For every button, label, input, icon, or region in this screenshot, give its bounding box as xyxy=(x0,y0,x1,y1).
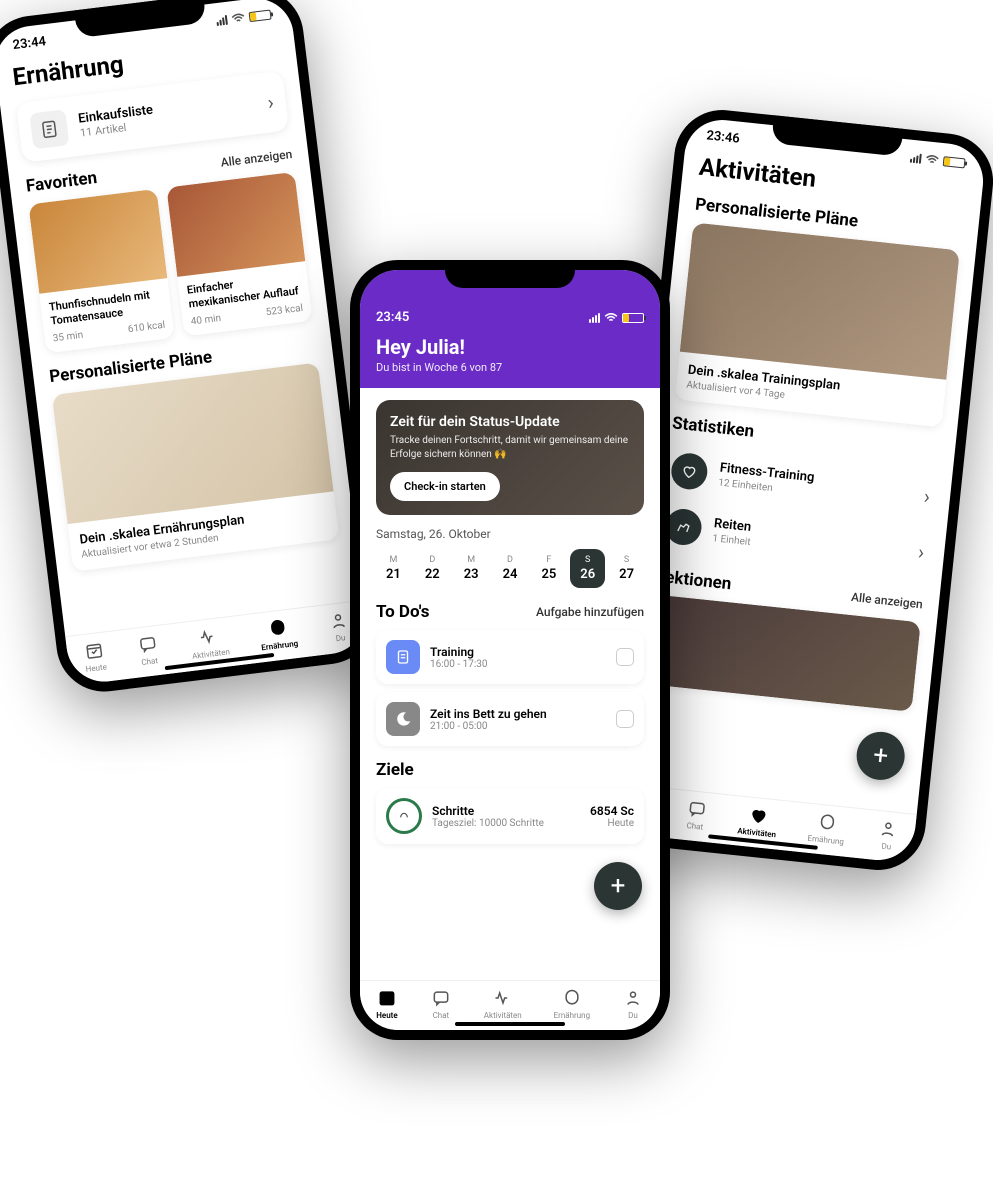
day[interactable]: S27 xyxy=(609,549,644,588)
todo-item[interactable]: Zeit ins Bett zu gehen21:00 - 05:00 xyxy=(376,692,644,746)
tab-nutrition[interactable]: Ernährung xyxy=(807,810,847,847)
add-task-link[interactable]: Aufgabe hinzufügen xyxy=(536,605,644,619)
tab-nutrition[interactable]: Ernährung xyxy=(258,615,299,652)
greeting: Hey Julia! xyxy=(376,335,644,359)
tab-today[interactable]: Heute xyxy=(82,639,108,674)
hero-sub: Tracke deinen Fortschritt, damit wir gem… xyxy=(390,434,630,462)
food-card[interactable]: Einfacher mexikanischer Auflauf 40 min 5… xyxy=(166,172,312,336)
plan-card[interactable]: Dein .skalea Trainingsplan Aktualisiert … xyxy=(675,222,960,427)
chevron-right-icon: › xyxy=(923,484,931,508)
todo-title: Zeit ins Bett zu gehen xyxy=(430,707,606,721)
wifi-icon xyxy=(604,313,618,323)
phone-nutrition: 23:44 Ernährung Einkaufsliste 11 Artikel… xyxy=(0,0,380,697)
food-image xyxy=(166,172,305,277)
tab-today[interactable]: Heute xyxy=(376,987,398,1020)
food-kcal: 523 kcal xyxy=(265,302,303,317)
status-icons xyxy=(216,9,272,26)
day[interactable]: M23 xyxy=(454,549,489,588)
tab-chat[interactable]: Chat xyxy=(430,987,452,1020)
todo-time: 16:00 - 17:30 xyxy=(430,659,606,670)
tab-activities[interactable]: Aktivitäten xyxy=(484,987,522,1020)
signal-icon xyxy=(910,152,922,163)
goal-title: Schritte xyxy=(432,804,580,818)
food-image xyxy=(28,189,167,294)
food-grid: Thunfischnudeln mit Tomatensauce 35 min … xyxy=(28,172,312,353)
clock: 23:44 xyxy=(12,34,47,53)
battery-icon xyxy=(943,156,966,168)
battery-icon xyxy=(249,9,272,22)
chevron-right-icon: › xyxy=(917,540,925,564)
tab-nutrition[interactable]: Ernährung xyxy=(554,987,590,1020)
heart-icon xyxy=(670,452,710,492)
clock: 23:45 xyxy=(376,310,409,325)
status-icons xyxy=(589,313,644,323)
status-update-card: Zeit für dein Status-Update Tracke deine… xyxy=(376,400,644,515)
todo-title: Training xyxy=(430,645,606,659)
tab-you[interactable]: Du xyxy=(622,987,644,1020)
signal-icon xyxy=(216,14,228,25)
battery-icon xyxy=(622,313,644,323)
tab-chat[interactable]: Chat xyxy=(683,797,708,832)
clipboard-icon xyxy=(386,640,420,674)
day-selected[interactable]: S26 xyxy=(570,549,605,588)
purple-header: 23:45 Hey Julia! Du bist in Woche 6 von … xyxy=(360,270,660,388)
day[interactable]: D22 xyxy=(415,549,450,588)
hero-title: Zeit für dein Status-Update xyxy=(390,414,630,430)
lesson-card[interactable] xyxy=(645,594,921,712)
lesson-image xyxy=(645,594,921,712)
todos-heading: To Do's Aufgabe hinzufügen xyxy=(376,602,644,622)
week-progress: Du bist in Woche 6 von 87 xyxy=(376,361,644,374)
content: Ernährung Einkaufsliste 11 Artikel › Fav… xyxy=(0,23,368,675)
status-bar: 23:45 xyxy=(376,310,644,325)
tab-activities[interactable]: Aktivitäten xyxy=(189,623,231,660)
moon-icon xyxy=(386,702,420,736)
checkbox[interactable] xyxy=(616,648,634,666)
checkin-button[interactable]: Check-in starten xyxy=(390,472,500,501)
plan-card[interactable]: Dein .skalea Ernährungsplan Aktualisiert… xyxy=(52,362,340,571)
food-time: 40 min xyxy=(190,312,222,327)
wifi-icon xyxy=(231,12,246,24)
show-all-link[interactable]: Alle anzeigen xyxy=(220,147,293,170)
goal-when: Heute xyxy=(590,818,634,829)
day-picker: M21 D22 M23 D24 F25 S26 S27 xyxy=(376,549,644,588)
checkbox[interactable] xyxy=(616,710,634,728)
clock: 23:46 xyxy=(706,128,741,146)
goals-heading: Ziele xyxy=(376,760,644,780)
date-label: Samstag, 26. Oktober xyxy=(376,527,644,541)
wifi-icon xyxy=(925,154,940,165)
todo-time: 21:00 - 05:00 xyxy=(430,721,606,732)
phone-today: 23:45 Hey Julia! Du bist in Woche 6 von … xyxy=(350,260,670,1040)
home-indicator xyxy=(455,1022,565,1026)
goal-value: 6854 Sc xyxy=(590,804,634,818)
status-icons xyxy=(910,152,966,168)
tab-chat[interactable]: Chat xyxy=(135,632,161,667)
screen: 23:44 Ernährung Einkaufsliste 11 Artikel… xyxy=(0,0,369,686)
fab-add[interactable]: + xyxy=(594,862,642,910)
food-kcal: 610 kcal xyxy=(127,319,165,334)
tab-activities[interactable]: Aktivitäten xyxy=(737,802,779,839)
day[interactable]: D24 xyxy=(493,549,528,588)
todo-item[interactable]: Training16:00 - 17:30 xyxy=(376,630,644,684)
goal-sub: Tagesziel: 10000 Schritte xyxy=(432,818,580,829)
food-time: 35 min xyxy=(52,329,84,344)
list-icon xyxy=(29,109,69,149)
tab-you[interactable]: Du xyxy=(326,609,352,644)
show-all-link[interactable]: Alle anzeigen xyxy=(850,590,923,611)
day[interactable]: F25 xyxy=(531,549,566,588)
signal-icon xyxy=(589,313,600,323)
screen: 23:45 Hey Julia! Du bist in Woche 6 von … xyxy=(360,270,660,1030)
food-card[interactable]: Thunfischnudeln mit Tomatensauce 35 min … xyxy=(28,189,174,353)
chevron-right-icon: › xyxy=(266,90,275,115)
goal-card[interactable]: Schritte Tagesziel: 10000 Schritte 6854 … xyxy=(376,788,644,844)
tab-you[interactable]: Du xyxy=(875,817,900,852)
steps-ring-icon xyxy=(386,798,422,834)
day[interactable]: M21 xyxy=(376,549,411,588)
